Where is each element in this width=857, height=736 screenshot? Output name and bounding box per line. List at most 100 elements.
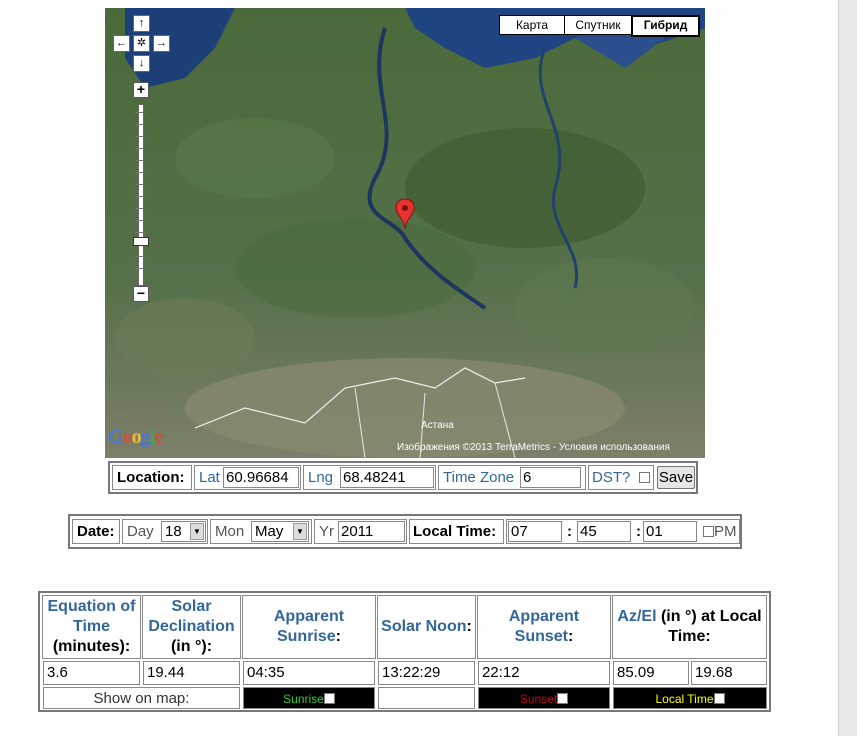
hour-input[interactable]: 07 — [508, 521, 562, 542]
zoom-tick — [135, 160, 145, 161]
city-label: Астана — [421, 420, 454, 431]
declination-value[interactable]: 19.44 — [143, 661, 240, 685]
pm-label: PM — [714, 523, 737, 540]
save-button[interactable]: Save — [657, 466, 695, 489]
zoom-tick — [135, 208, 145, 209]
sunset-checkbox[interactable] — [557, 693, 569, 704]
location-marker-icon[interactable] — [395, 198, 415, 230]
header-az-el: Az/El (in °) at Local Time: — [612, 595, 767, 659]
localtime-checkbox[interactable] — [713, 693, 725, 704]
timezone-input[interactable]: 6 — [520, 467, 581, 488]
time-separator: : — [567, 523, 572, 540]
day-select-value: 18 — [165, 523, 182, 540]
pm-checkbox[interactable] — [703, 526, 714, 537]
pan-left-icon[interactable]: ← — [113, 35, 130, 52]
pan-center-icon[interactable]: ✲ — [133, 35, 150, 52]
header-sunrise-title: Apparent Sunrise — [273, 608, 345, 645]
map-type-map-button[interactable]: Карта — [499, 15, 565, 35]
minute-input[interactable]: 45 — [577, 521, 631, 542]
header-noon-colon: : — [466, 618, 472, 635]
dst-label: DST? — [592, 469, 631, 486]
header-apparent-sunrise: Apparent Sunrise: — [242, 595, 376, 659]
second-input[interactable]: 01 — [643, 521, 697, 542]
pan-down-icon[interactable]: ↓ — [133, 55, 150, 72]
month-select-value: May — [255, 523, 284, 540]
elevation-value[interactable]: 19.68 — [691, 661, 767, 685]
year-label: Yr — [319, 523, 334, 540]
zoom-tick — [135, 232, 145, 233]
location-label-cell: Location: — [112, 465, 192, 490]
location-panel: Location: Lat 60.96684 Lng 68.48241 Time… — [108, 461, 698, 494]
header-sunset-colon: : — [568, 628, 574, 645]
sunset-toggle-label: Sunset — [519, 692, 558, 706]
lng-cell: Lng 68.48241 — [303, 465, 436, 490]
header-eot-title: Equation of Time — [47, 598, 136, 635]
show-on-map-label: Show on map: — [43, 687, 240, 709]
local-time-label: Local Time: — [413, 523, 497, 540]
lat-cell: Lat 60.96684 — [194, 465, 301, 490]
location-label: Location: — [117, 469, 185, 486]
zoom-out-button[interactable]: − — [133, 286, 149, 302]
zoom-track[interactable] — [138, 104, 144, 286]
time-separator: : — [636, 523, 641, 540]
noon-toggle-cell — [378, 687, 475, 709]
date-panel: Date: Day 18 ▼ Mon May ▼ Yr 2011 Local T… — [68, 514, 742, 549]
header-azel-rest: (in °) at Local Time: — [660, 608, 762, 645]
zoom-tick — [135, 184, 145, 185]
header-apparent-sunset: Apparent Sunset: — [477, 595, 611, 659]
map-view[interactable]: Карта Спутник Гибрид ↑ ← ✲ → ↓ + − Астан… — [105, 8, 705, 458]
header-solar-noon: Solar Noon: — [377, 595, 476, 659]
date-label-cell: Date: — [72, 519, 120, 544]
timezone-label: Time Zone — [443, 469, 515, 486]
day-label: Day — [127, 523, 154, 540]
sunrise-checkbox[interactable] — [323, 693, 335, 704]
month-cell: Mon May ▼ — [210, 519, 312, 544]
zoom-tick — [135, 268, 145, 269]
localtime-toggle-label: Local Time — [655, 692, 714, 706]
map-type-satellite-button[interactable]: Спутник — [564, 15, 632, 35]
zoom-tick — [135, 196, 145, 197]
eot-value[interactable]: 3.6 — [43, 661, 140, 685]
lat-label: Lat — [199, 469, 220, 486]
pan-up-icon[interactable]: ↑ — [133, 15, 150, 32]
year-input[interactable]: 2011 — [338, 521, 405, 542]
sunrise-toggle-label: Sunrise — [283, 692, 324, 706]
google-logo[interactable]: Google — [108, 426, 163, 449]
zoom-tick — [135, 172, 145, 173]
dst-checkbox[interactable] — [639, 472, 650, 483]
chevron-down-icon[interactable]: ▼ — [190, 523, 204, 540]
local-time-label-cell: Local Time: — [409, 519, 504, 544]
sunset-toggle-cell[interactable]: Sunset — [478, 687, 610, 709]
sunrise-toggle-cell[interactable]: Sunrise — [243, 687, 375, 709]
zoom-tick — [135, 256, 145, 257]
results-table: Equation of Time (minutes): Solar Declin… — [38, 591, 771, 712]
day-select[interactable]: 18 ▼ — [161, 521, 206, 542]
chevron-down-icon[interactable]: ▼ — [293, 523, 307, 540]
map-copyright[interactable]: Изображения ©2013 TerraMetrics - Условия… — [397, 442, 670, 453]
map-type-hybrid-button[interactable]: Гибрид — [631, 15, 700, 37]
localtime-toggle-cell[interactable]: Local Time — [613, 687, 767, 709]
month-label: Mon — [215, 523, 245, 540]
zoom-slider-handle[interactable] — [133, 237, 149, 246]
zoom-tick — [135, 112, 145, 113]
zoom-tick — [135, 136, 145, 137]
sunrise-value[interactable]: 04:35 — [243, 661, 375, 685]
zoom-tick — [135, 148, 145, 149]
zoom-tick — [135, 220, 145, 221]
timezone-cell: Time Zone 6 — [438, 465, 586, 490]
solar-noon-value[interactable]: 13:22:29 — [378, 661, 475, 685]
year-cell: Yr 2011 — [314, 519, 407, 544]
header-equation-of-time: Equation of Time (minutes): — [42, 595, 141, 659]
date-label: Date: — [77, 523, 115, 540]
month-select[interactable]: May ▼ — [251, 521, 309, 542]
header-solar-declination: Solar Declination (in °): — [142, 595, 241, 659]
zoom-in-button[interactable]: + — [133, 82, 149, 98]
lng-input[interactable]: 68.48241 — [340, 467, 434, 488]
sunset-value[interactable]: 22:12 — [478, 661, 610, 685]
header-eot-unit: (minutes): — [52, 638, 131, 655]
lat-input[interactable]: 60.96684 — [223, 467, 299, 488]
pan-right-icon[interactable]: → — [153, 35, 170, 52]
azimuth-value[interactable]: 85.09 — [613, 661, 689, 685]
page-scrollbar[interactable] — [838, 0, 857, 736]
header-decl-unit: (in °): — [170, 638, 213, 655]
